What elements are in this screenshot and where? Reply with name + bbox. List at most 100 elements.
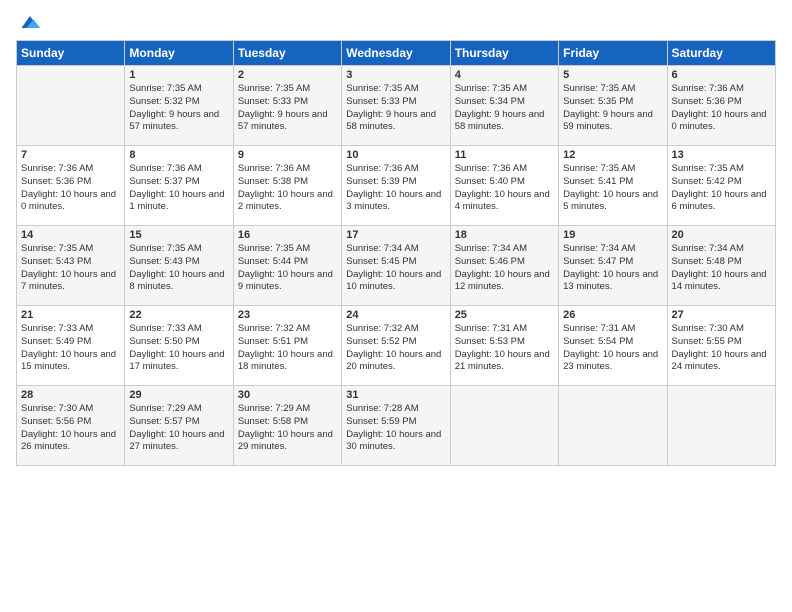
calendar-cell: 26 Sunrise: 7:31 AMSunset: 5:54 PMDayligh…: [559, 306, 667, 386]
calendar-cell: 17 Sunrise: 7:34 AMSunset: 5:45 PMDayligh…: [342, 226, 450, 306]
calendar-cell: 30Sunrise: 7:29 AMSunset: 5:58 PMDayligh…: [233, 386, 341, 466]
calendar-cell: 11 Sunrise: 7:36 AMSunset: 5:40 PMDayligh…: [450, 146, 558, 226]
cell-info: Sunrise: 7:35 AMSunset: 5:32 PMDaylight:…: [129, 83, 228, 134]
day-number: 26: [563, 309, 662, 321]
calendar-cell: 14Sunrise: 7:35 AMSunset: 5:43 PMDayligh…: [17, 226, 125, 306]
cell-info: Sunrise: 7:36 AMSunset: 5:39 PMDaylight:…: [346, 163, 445, 214]
day-number: 3: [346, 69, 445, 81]
day-number: 9: [238, 149, 337, 161]
calendar-cell: 7 Sunrise: 7:36 AMSunset: 5:36 PMDaylight…: [17, 146, 125, 226]
day-number: 25: [455, 309, 554, 321]
day-number: 8: [129, 149, 228, 161]
cell-info: Sunrise: 7:28 AMSunset: 5:59 PMDaylight:…: [346, 403, 445, 454]
calendar-cell: 9 Sunrise: 7:36 AMSunset: 5:38 PMDaylight…: [233, 146, 341, 226]
cell-info: Sunrise: 7:32 AMSunset: 5:52 PMDaylight:…: [346, 323, 445, 374]
day-number: 15: [129, 229, 228, 241]
day-number: 23: [238, 309, 337, 321]
calendar-cell: 29Sunrise: 7:29 AMSunset: 5:57 PMDayligh…: [125, 386, 233, 466]
calendar-cell: 13 Sunrise: 7:35 AMSunset: 5:42 PMDayligh…: [667, 146, 775, 226]
day-number: 19: [563, 229, 662, 241]
cell-info: Sunrise: 7:36 AMSunset: 5:36 PMDaylight:…: [21, 163, 120, 214]
week-row-2: 7 Sunrise: 7:36 AMSunset: 5:36 PMDaylight…: [17, 146, 776, 226]
calendar-cell: 25 Sunrise: 7:31 AMSunset: 5:53 PMDayligh…: [450, 306, 558, 386]
cell-info: Sunrise: 7:35 AMSunset: 5:35 PMDaylight:…: [563, 83, 662, 134]
cell-info: Sunrise: 7:35 AMSunset: 5:42 PMDaylight:…: [672, 163, 771, 214]
cell-info: Sunrise: 7:35 AMSunset: 5:43 PMDaylight:…: [21, 243, 120, 294]
calendar-cell: 20 Sunrise: 7:34 AMSunset: 5:48 PMDayligh…: [667, 226, 775, 306]
calendar-cell: 28 Sunrise: 7:30 AMSunset: 5:56 PMDayligh…: [17, 386, 125, 466]
cell-info: Sunrise: 7:35 AMSunset: 5:43 PMDaylight:…: [129, 243, 228, 294]
calendar-cell: 10 Sunrise: 7:36 AMSunset: 5:39 PMDayligh…: [342, 146, 450, 226]
calendar-container: SundayMondayTuesdayWednesdayThursdayFrid…: [0, 0, 792, 474]
day-number: 16: [238, 229, 337, 241]
week-row-1: 1 Sunrise: 7:35 AMSunset: 5:32 PMDaylight…: [17, 66, 776, 146]
calendar-cell: [559, 386, 667, 466]
calendar-cell: 22 Sunrise: 7:33 AMSunset: 5:50 PMDayligh…: [125, 306, 233, 386]
cell-info: Sunrise: 7:31 AMSunset: 5:54 PMDaylight:…: [563, 323, 662, 374]
cell-info: Sunrise: 7:35 AMSunset: 5:34 PMDaylight:…: [455, 83, 554, 134]
calendar-cell: [17, 66, 125, 146]
col-header-sunday: Sunday: [17, 41, 125, 66]
day-number: 21: [21, 309, 120, 321]
calendar-cell: 21Sunrise: 7:33 AMSunset: 5:49 PMDayligh…: [17, 306, 125, 386]
cell-info: Sunrise: 7:30 AMSunset: 5:56 PMDaylight:…: [21, 403, 120, 454]
day-number: 13: [672, 149, 771, 161]
day-number: 24: [346, 309, 445, 321]
day-number: 6: [672, 69, 771, 81]
calendar-cell: 4 Sunrise: 7:35 AMSunset: 5:34 PMDaylight…: [450, 66, 558, 146]
calendar-cell: 16 Sunrise: 7:35 AMSunset: 5:44 PMDayligh…: [233, 226, 341, 306]
day-number: 12: [563, 149, 662, 161]
col-header-monday: Monday: [125, 41, 233, 66]
cell-info: Sunrise: 7:35 AMSunset: 5:44 PMDaylight:…: [238, 243, 337, 294]
cell-info: Sunrise: 7:31 AMSunset: 5:53 PMDaylight:…: [455, 323, 554, 374]
cell-info: Sunrise: 7:34 AMSunset: 5:46 PMDaylight:…: [455, 243, 554, 294]
calendar-cell: 2Sunrise: 7:35 AMSunset: 5:33 PMDaylight…: [233, 66, 341, 146]
cell-info: Sunrise: 7:29 AMSunset: 5:58 PMDaylight:…: [238, 403, 337, 454]
calendar-cell: 24 Sunrise: 7:32 AMSunset: 5:52 PMDayligh…: [342, 306, 450, 386]
calendar-cell: 27Sunrise: 7:30 AMSunset: 5:55 PMDayligh…: [667, 306, 775, 386]
day-number: 28: [21, 389, 120, 401]
day-number: 4: [455, 69, 554, 81]
cell-info: Sunrise: 7:35 AMSunset: 5:33 PMDaylight:…: [238, 83, 337, 134]
logo: [16, 12, 42, 32]
day-number: 5: [563, 69, 662, 81]
calendar-cell: 23 Sunrise: 7:32 AMSunset: 5:51 PMDayligh…: [233, 306, 341, 386]
cell-info: Sunrise: 7:36 AMSunset: 5:38 PMDaylight:…: [238, 163, 337, 214]
week-row-4: 21Sunrise: 7:33 AMSunset: 5:49 PMDayligh…: [17, 306, 776, 386]
day-number: 17: [346, 229, 445, 241]
cell-info: Sunrise: 7:35 AMSunset: 5:33 PMDaylight:…: [346, 83, 445, 134]
cell-info: Sunrise: 7:35 AMSunset: 5:41 PMDaylight:…: [563, 163, 662, 214]
day-number: 1: [129, 69, 228, 81]
day-number: 10: [346, 149, 445, 161]
cell-info: Sunrise: 7:32 AMSunset: 5:51 PMDaylight:…: [238, 323, 337, 374]
calendar-cell: 6 Sunrise: 7:36 AMSunset: 5:36 PMDaylight…: [667, 66, 775, 146]
calendar-cell: [667, 386, 775, 466]
cell-info: Sunrise: 7:34 AMSunset: 5:47 PMDaylight:…: [563, 243, 662, 294]
calendar-cell: 1 Sunrise: 7:35 AMSunset: 5:32 PMDaylight…: [125, 66, 233, 146]
col-header-wednesday: Wednesday: [342, 41, 450, 66]
cell-info: Sunrise: 7:36 AMSunset: 5:36 PMDaylight:…: [672, 83, 771, 134]
logo-icon: [18, 12, 42, 32]
calendar-cell: 18Sunrise: 7:34 AMSunset: 5:46 PMDayligh…: [450, 226, 558, 306]
cell-info: Sunrise: 7:36 AMSunset: 5:40 PMDaylight:…: [455, 163, 554, 214]
calendar-table: SundayMondayTuesdayWednesdayThursdayFrid…: [16, 40, 776, 466]
header-row: SundayMondayTuesdayWednesdayThursdayFrid…: [17, 41, 776, 66]
col-header-friday: Friday: [559, 41, 667, 66]
day-number: 11: [455, 149, 554, 161]
col-header-saturday: Saturday: [667, 41, 775, 66]
cell-info: Sunrise: 7:36 AMSunset: 5:37 PMDaylight:…: [129, 163, 228, 214]
week-row-3: 14Sunrise: 7:35 AMSunset: 5:43 PMDayligh…: [17, 226, 776, 306]
calendar-cell: 3 Sunrise: 7:35 AMSunset: 5:33 PMDaylight…: [342, 66, 450, 146]
cell-info: Sunrise: 7:29 AMSunset: 5:57 PMDaylight:…: [129, 403, 228, 454]
cell-info: Sunrise: 7:30 AMSunset: 5:55 PMDaylight:…: [672, 323, 771, 374]
day-number: 7: [21, 149, 120, 161]
day-number: 22: [129, 309, 228, 321]
calendar-header: [16, 12, 776, 32]
cell-info: Sunrise: 7:34 AMSunset: 5:45 PMDaylight:…: [346, 243, 445, 294]
cell-info: Sunrise: 7:33 AMSunset: 5:50 PMDaylight:…: [129, 323, 228, 374]
col-header-thursday: Thursday: [450, 41, 558, 66]
day-number: 20: [672, 229, 771, 241]
calendar-cell: 19 Sunrise: 7:34 AMSunset: 5:47 PMDayligh…: [559, 226, 667, 306]
cell-info: Sunrise: 7:34 AMSunset: 5:48 PMDaylight:…: [672, 243, 771, 294]
week-row-5: 28 Sunrise: 7:30 AMSunset: 5:56 PMDayligh…: [17, 386, 776, 466]
